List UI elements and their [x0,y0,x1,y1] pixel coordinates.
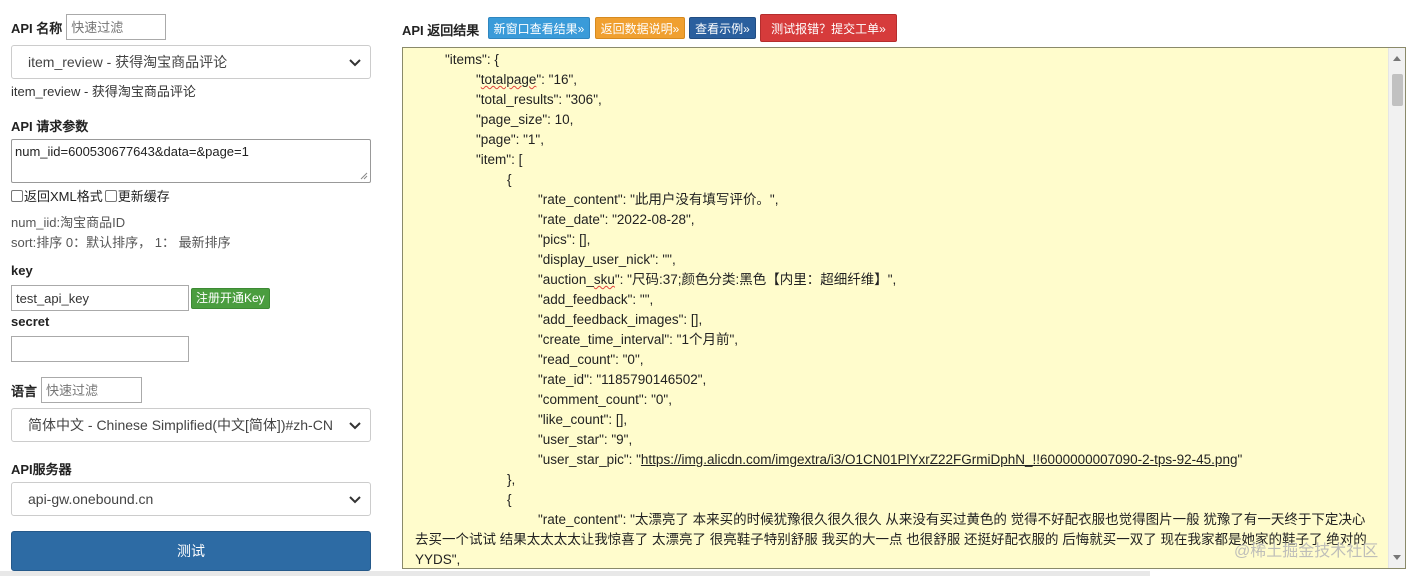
new-window-button[interactable]: 新窗口查看结果» [488,17,590,39]
json-line: "add_feedback_images": [], [538,312,703,327]
json-line: "pics": [], [538,232,591,247]
json-line: "user_star": "9", [538,432,633,447]
json-line: "read_count": "0", [538,352,644,367]
lang-filter-input[interactable] [41,377,143,403]
data-description-button[interactable]: 返回数据说明» [595,17,685,39]
params-value: num_iid=600530677643&data=&page=1 [15,144,249,159]
json-line: "page_size": 10, [476,112,574,127]
json-token: ": "16", [536,72,578,87]
resize-grip-icon[interactable] [360,172,368,180]
json-line: "create_time_interval": "1个月前", [538,332,738,347]
api-name-label: API 名称 [11,20,63,36]
api-description: item_review - 获得淘宝商品评论 [11,84,196,99]
json-line: "items": { [445,52,499,67]
scroll-up-arrow-icon[interactable] [1393,56,1401,61]
secret-label: secret [11,314,50,329]
image-url-link[interactable]: https://img.alicdn.com/imgextra/i3/O1CN0… [641,452,1238,467]
key-label: key [11,263,33,278]
result-output[interactable]: "items": { "totalpage": "16", "total_res… [402,47,1406,569]
server-select-value: api-gw.onebound.cn [28,491,154,507]
json-token: "user_star_pic": " [538,452,641,467]
json-line: "comment_count": "0", [538,392,672,407]
chevron-down-icon [349,59,361,67]
scroll-down-arrow-icon[interactable] [1393,555,1401,560]
json-line: "add_feedback": "", [538,292,654,307]
key-input[interactable] [11,285,189,311]
json-line: "totalpage": "16", [476,70,577,90]
chevron-down-icon [349,496,361,504]
secret-input[interactable] [11,336,189,362]
options-row: 返回XML格式 更新缓存 [11,186,170,205]
xml-checkbox[interactable] [11,189,23,202]
json-line: { [507,492,512,507]
lang-row: 语言 [11,377,143,403]
horizontal-scrollbar[interactable] [0,571,1150,576]
hint-sort: sort:排序 0：默认排序， 1： 最新排序 [11,235,231,250]
json-line: "auction_sku": "尺码:37;颜色分类:黑色【内里：超细纤维】", [538,270,896,290]
scroll-thumb[interactable] [1392,74,1403,106]
json-line: "rate_content": "太漂亮了 本来买的时候犹豫很久很久很久 从来没… [415,512,1367,567]
watermark: @稀土掘金技术社区 [1234,543,1379,560]
json-line: { [507,172,512,187]
json-line: "page": "1", [476,132,544,147]
json-line: "rate_id": "1185790146502", [538,372,707,387]
params-textarea[interactable]: num_iid=600530677643&data=&page=1 [11,139,371,183]
api-name-filter-input[interactable] [66,14,167,40]
api-name-row: API 名称 [11,14,167,40]
api-select[interactable]: item_review - 获得淘宝商品评论 [11,45,371,79]
json-line: "rate_content": "此用户没有填写评价。", [538,192,779,207]
test-button[interactable]: 测试 [11,531,371,571]
report-error-button[interactable]: 测试报错？提交工单» [760,14,897,42]
json-line: "user_star_pic": "https://img.alicdn.com… [538,450,1242,470]
cache-checkbox-label: 更新缓存 [117,189,170,204]
json-line: "item": [ [476,152,523,167]
json-token: "auction_ [538,272,594,287]
result-label: API 返回结果 [402,23,480,38]
json-line: }, [507,472,516,487]
json-line: "total_results": "306", [476,92,602,107]
lang-select-value: 简体中文 - Chinese Simplified(中文[简体])#zh-CN [28,417,333,433]
json-token: " [1237,452,1243,467]
json-line: "rate_date": "2022-08-28", [538,212,695,227]
vertical-scrollbar[interactable] [1388,48,1405,568]
key-row: 注册开通Key [11,285,270,311]
hint-num-iid: num_iid:淘宝商品ID [11,215,126,230]
lang-select[interactable]: 简体中文 - Chinese Simplified(中文[简体])#zh-CN [11,408,371,442]
json-token: sku [593,272,615,287]
api-select-value: item_review - 获得淘宝商品评论 [28,54,228,70]
server-label: API服务器 [11,462,72,477]
json-line: "like_count": [], [538,412,628,427]
params-label: API 请求参数 [11,119,89,134]
json-line: "display_user_nick": "", [538,252,676,267]
chevron-down-icon [349,422,361,430]
cache-checkbox[interactable] [104,189,117,202]
json-token: totalpage [480,72,537,87]
xml-checkbox-label: 返回XML格式 [24,189,103,204]
lang-label: 语言 [11,383,38,399]
register-key-button[interactable]: 注册开通Key [191,287,270,309]
json-token: ": "尺码:37;颜色分类:黑色【内里：超细纤维】", [614,272,897,287]
server-select[interactable]: api-gw.onebound.cn [11,482,371,516]
view-example-button[interactable]: 查看示例» [689,17,756,39]
